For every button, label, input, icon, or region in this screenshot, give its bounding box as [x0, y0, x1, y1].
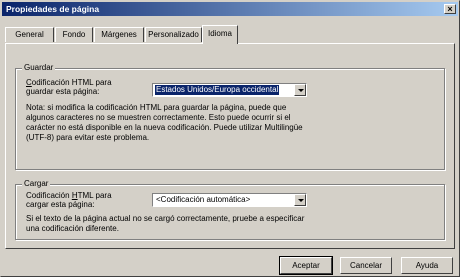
- dialog-title: Propiedades de página: [6, 4, 100, 14]
- tab-general[interactable]: General: [5, 27, 54, 42]
- cargar-encoding-value: <Codificación automática>: [156, 195, 251, 204]
- tab-idioma[interactable]: Idioma: [202, 25, 238, 44]
- tab-margenes[interactable]: Márgenes: [94, 27, 144, 42]
- tab-fondo[interactable]: Fondo: [55, 27, 93, 42]
- dialog-window: Propiedades de página × General Fondo Má…: [0, 0, 460, 277]
- cargar-encoding-select[interactable]: <Codificación automática>: [152, 193, 307, 207]
- tab-personalizado[interactable]: Personalizado: [145, 27, 202, 42]
- cargar-legend: Cargar: [22, 179, 51, 188]
- close-icon: ×: [447, 4, 453, 14]
- chevron-down-icon: [298, 199, 304, 202]
- tab-panel-idioma: Guardar Codificación HTML para guardar e…: [5, 43, 455, 249]
- guardar-encoding-label-line1: Codificación HTML para: [26, 78, 112, 87]
- close-button[interactable]: ×: [444, 4, 456, 14]
- guardar-encoding-label-line2: guardar esta página:: [26, 87, 100, 96]
- help-button[interactable]: Ayuda: [401, 257, 453, 274]
- guardar-dropdown-button[interactable]: [294, 84, 306, 96]
- cargar-dropdown-button[interactable]: [294, 194, 306, 206]
- guardar-group: Guardar Codificación HTML para guardar e…: [15, 63, 445, 170]
- guardar-encoding-value: Estados Unidos/Europa occidental: [153, 84, 281, 96]
- title-bar[interactable]: Propiedades de página ×: [2, 2, 458, 16]
- cargar-encoding-label-line2: cargar esta página:: [26, 200, 95, 209]
- chevron-down-icon: [298, 89, 304, 92]
- guardar-legend: Guardar: [22, 63, 56, 72]
- cancel-button[interactable]: Cancelar: [340, 257, 392, 274]
- cargar-encoding-label-line1: Codificación HTML para: [26, 191, 112, 200]
- guardar-encoding-select[interactable]: Estados Unidos/Europa occidental: [152, 83, 307, 97]
- ok-button[interactable]: Aceptar: [279, 256, 333, 275]
- guardar-note: Nota: si modifica la codificación HTML p…: [26, 103, 303, 142]
- cargar-group: Cargar Codificación HTML para cargar est…: [15, 179, 445, 240]
- cargar-note: Si el texto de la página actual no se ca…: [26, 214, 305, 233]
